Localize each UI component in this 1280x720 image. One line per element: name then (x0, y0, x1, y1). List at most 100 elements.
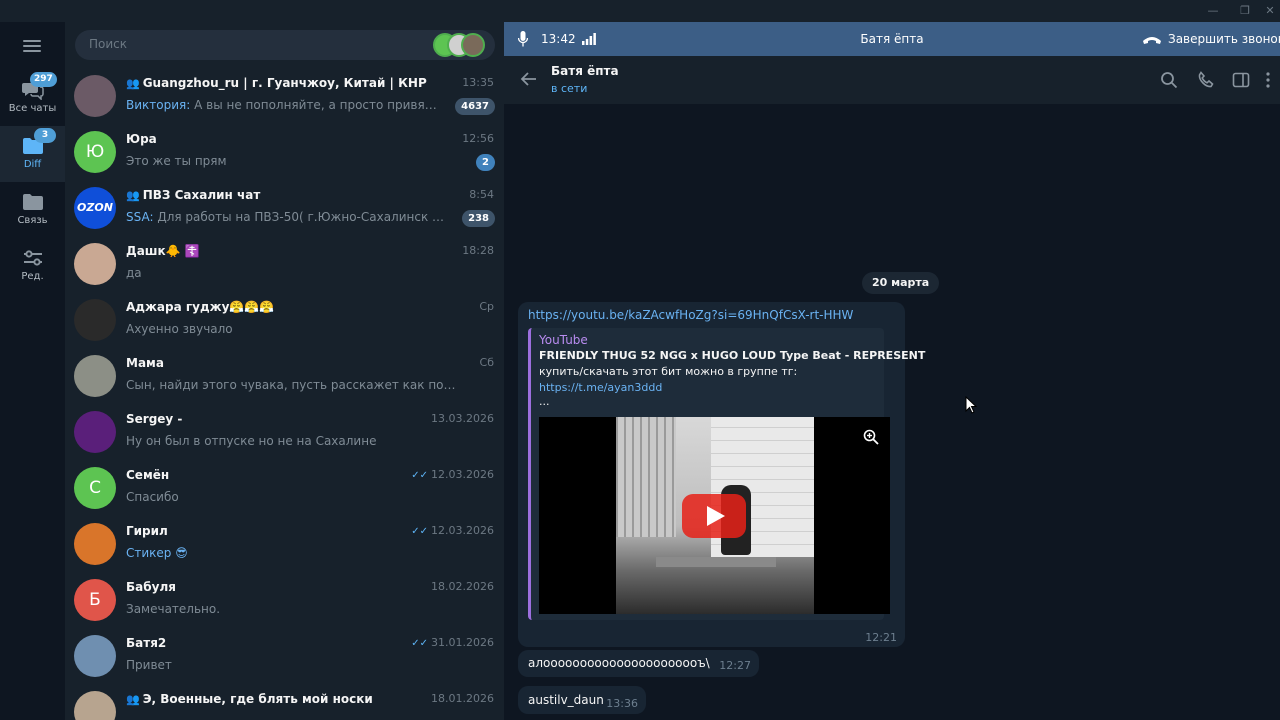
preview-site-name: YouTube (539, 333, 588, 347)
chat-preview: SSA: Для работы на ПВЗ-50( г.Южно-Сахали… (126, 210, 446, 224)
chat-list-item[interactable]: Батя2 ✓✓ 31.01.2026 Привет (65, 628, 504, 684)
chat-list-item[interactable]: С Семён ✓✓ 12.03.2026 Спасибо (65, 460, 504, 516)
chat-list-item[interactable]: Мама Сб Сын, найди этого чувака, пусть рас… (65, 348, 504, 404)
folder-rail: 297 Все чаты 3 Diff Связь Ред. (0, 22, 65, 720)
chat-time-text: 12.03.2026 (431, 524, 494, 537)
chat-list-item[interactable]: Дашк🐥 ☦️ 18:28 да (65, 236, 504, 292)
avatar[interactable] (74, 523, 116, 565)
chat-time: 18.01.2026 (431, 692, 494, 705)
sidebar-toggle-icon[interactable] (1232, 71, 1250, 89)
minimize-button[interactable]: — (1205, 3, 1221, 19)
folder-label: Diff (23, 159, 42, 170)
chat-time-text: 13.03.2026 (431, 412, 494, 425)
avatar[interactable]: С (74, 467, 116, 509)
chat-name: Бабуля (126, 580, 446, 594)
chat-preview: да (126, 266, 456, 280)
chat-name-text: Семён (126, 468, 170, 482)
read-checkmarks-icon: ✓✓ (411, 638, 429, 649)
text-message-bubble[interactable]: austilv_daun 13:36 (518, 686, 646, 714)
play-button-icon[interactable] (682, 494, 746, 538)
chat-list-item[interactable]: Sergey - 13.03.2026 Ну он был в отпуске но… (65, 404, 504, 460)
chat-name: Мама (126, 356, 446, 370)
message-area: 20 марта https://youtu.be/kaZAcwfHoZg?si… (504, 104, 1280, 720)
chat-list-item[interactable]: Ю Юра 12:56 Это же ты прям 2 (65, 124, 504, 180)
story-avatar[interactable] (461, 33, 485, 57)
chat-time-text: Ср (479, 300, 494, 313)
folder-label: Связь (17, 215, 48, 226)
search-icon[interactable] (1160, 71, 1178, 89)
avatar[interactable] (74, 411, 116, 453)
chat-name: Батя2 (126, 636, 446, 650)
phone-icon[interactable] (1197, 71, 1215, 89)
avatar[interactable] (74, 299, 116, 341)
chat-name: Гирил (126, 524, 446, 538)
avatar[interactable] (74, 75, 116, 117)
preview-text: А вы не пополняйте, а просто привяжите к… (194, 98, 446, 112)
avatar[interactable]: Б (74, 579, 116, 621)
preview-text: Для работы на ПВЗ-50( г.Южно-Сахалинск у… (157, 210, 446, 224)
online-status: в сети (551, 82, 588, 95)
end-call-button[interactable]: Завершить звонок (1142, 32, 1280, 46)
folder-icon (23, 194, 43, 210)
preview-ellipsis: ... (539, 395, 550, 408)
preview-text: да (126, 266, 142, 280)
folder-svyaz[interactable]: Связь (0, 182, 65, 238)
chat-name-text: Юра (126, 132, 157, 146)
link-preview[interactable]: YouTube FRIENDLY THUG 52 NGG x HUGO LOUD… (528, 328, 925, 620)
preview-description-link[interactable]: https://t.me/ayan3ddd (539, 381, 662, 394)
chat-preview: Спасибо (126, 490, 456, 504)
back-arrow-icon[interactable] (520, 70, 538, 88)
folder-edit[interactable]: Ред. (0, 238, 65, 294)
chat-preview: Стикер 😎 (126, 546, 456, 560)
avatar[interactable] (74, 243, 116, 285)
message-text: алоооооооооооооооооооооъ\ (528, 656, 710, 670)
folder-diff[interactable]: 3 Diff (0, 126, 65, 182)
link-message-bubble[interactable]: https://youtu.be/kaZAcwfHoZg?si=69HnQfCs… (518, 302, 925, 647)
chat-list-item[interactable]: OZON 👥 ПВЗ Сахалин чат 8:54 SSA: Для работы … (65, 180, 504, 236)
zoom-in-icon[interactable] (863, 429, 879, 445)
date-separator: 20 марта (862, 272, 940, 294)
sliders-icon (24, 250, 42, 266)
avatar[interactable]: OZON (74, 187, 116, 229)
avatar[interactable] (74, 691, 116, 720)
avatar[interactable] (74, 355, 116, 397)
chat-name-text: Гирил (126, 524, 168, 538)
preview-text: Сын, найди этого чувака, пусть расскажет… (126, 378, 456, 392)
message-time: 13:36 (606, 697, 638, 710)
search-placeholder: Поиск (89, 37, 128, 51)
chat-list-item[interactable]: Аджара гуджу😤😤😤 Ср Ахуенно звучало (65, 292, 504, 348)
hang-up-icon (1143, 36, 1161, 44)
chat-name-text: ПВЗ Сахалин чат (142, 188, 261, 202)
video-thumbnail[interactable] (539, 417, 890, 614)
menu-icon[interactable] (23, 40, 41, 52)
chat-title[interactable]: Батя ёпта (551, 64, 619, 78)
close-button[interactable]: ✕ (1262, 3, 1278, 19)
restore-button[interactable]: ❐ (1237, 3, 1253, 19)
chat-time: 8:54 (469, 188, 494, 201)
chat-list-item[interactable]: Б Бабуля 18.02.2026 Замечательно. (65, 572, 504, 628)
active-call-bar[interactable]: 13:42 Батя ёпта Завершить звонок (504, 22, 1280, 56)
preview-text: Замечательно. (126, 602, 221, 616)
avatar[interactable]: Ю (74, 131, 116, 173)
message-time: 12:27 (719, 659, 751, 672)
avatar[interactable] (74, 635, 116, 677)
chat-time-text: 8:54 (469, 188, 494, 201)
message-link[interactable]: https://youtu.be/kaZAcwfHoZg?si=69HnQfCs… (528, 308, 853, 322)
chat-preview: Сын, найди этого чувака, пусть расскажет… (126, 378, 456, 392)
chat-name: Sergey - (126, 412, 446, 426)
chat-list-item[interactable]: 👥 Э, Военные, где блять мой носки 18.01.20… (65, 684, 504, 720)
folder-unread-badge: 3 (34, 128, 56, 143)
chat-preview: Это же ты прям (126, 154, 446, 168)
chat-name: Дашк🐥 ☦️ (126, 244, 446, 258)
unread-badge: 2 (476, 154, 495, 171)
stories-strip[interactable] (433, 33, 489, 57)
search-input[interactable]: Поиск (75, 30, 495, 60)
more-menu-icon[interactable] (1264, 71, 1272, 89)
text-message-bubble[interactable]: алоооооооооооооооооооооъ\ 12:27 (518, 650, 759, 677)
chat-name-text: Батя2 (126, 636, 167, 650)
chat-list-item[interactable]: Гирил ✓✓ 12.03.2026 Стикер 😎 (65, 516, 504, 572)
chat-name-text: Бабуля (126, 580, 176, 594)
chat-list-item[interactable]: 👥 Guangzhou_ru | г. Гуанчжоу, Китай | КНР… (65, 68, 504, 124)
chat-name: Семён (126, 468, 446, 482)
folder-all-chats[interactable]: 297 Все чаты (0, 70, 65, 126)
